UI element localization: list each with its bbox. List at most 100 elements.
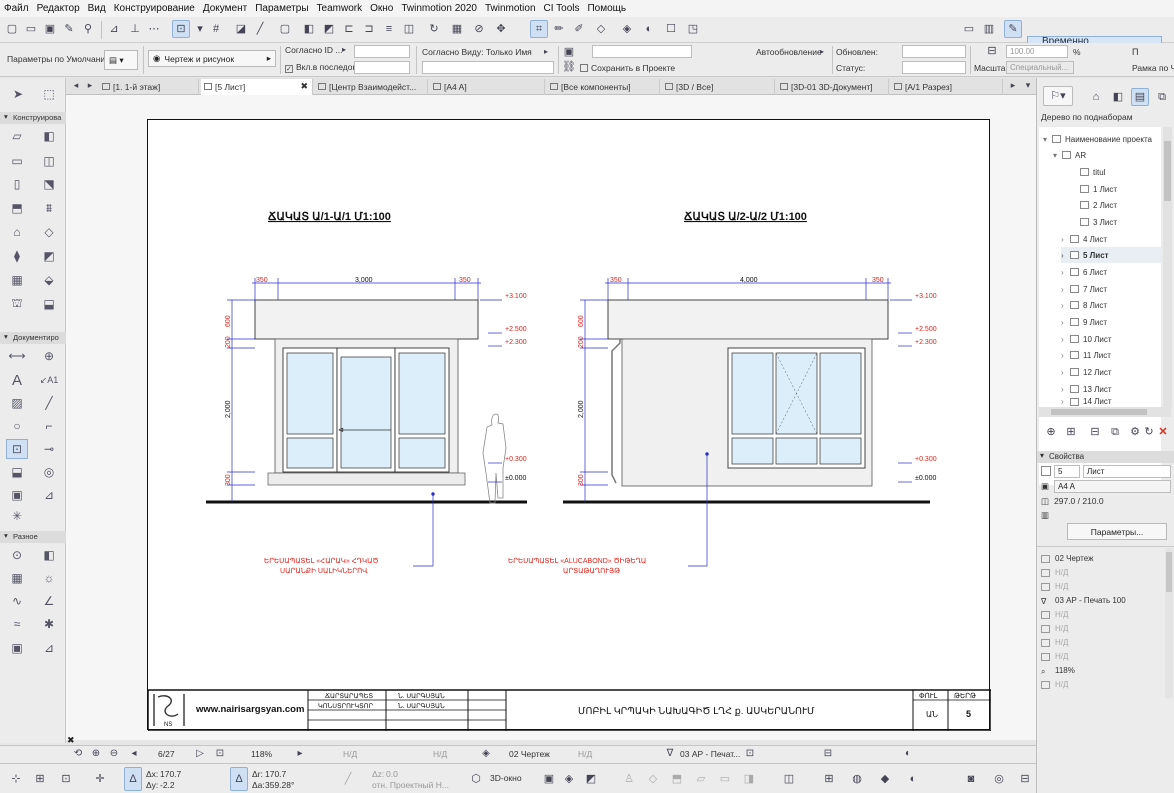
- camera-tool-icon[interactable]: ⊿: [38, 638, 60, 658]
- settings-dialog-button[interactable]: ▤ ▾: [104, 50, 138, 70]
- worksheet-tool-icon[interactable]: ▣: [6, 485, 28, 505]
- prop-nd-6[interactable]: Н/Д▸: [1041, 650, 1173, 663]
- coord-dz[interactable]: 0.0: [386, 769, 398, 780]
- tab-list-icon[interactable]: ▸: [1006, 77, 1020, 93]
- fill-icon[interactable]: ▦: [448, 20, 466, 38]
- save-icon[interactable]: ▣: [41, 20, 59, 38]
- tree-item-7[interactable]: › 7 Лист: [1061, 281, 1107, 297]
- tree-item-12[interactable]: › 12 Лист: [1061, 364, 1112, 380]
- prop-pen-set[interactable]: ∇03 АР - Печать 100▸: [1041, 594, 1173, 607]
- explore-icon[interactable]: ⊞: [820, 769, 838, 789]
- next-page-icon[interactable]: ▷: [192, 746, 208, 762]
- publish-icon[interactable]: ⊟: [1016, 769, 1034, 789]
- scale-field[interactable]: 100.00: [1006, 45, 1068, 58]
- camera-icon[interactable]: ◙: [962, 769, 980, 789]
- 3d-window-button[interactable]: 3D-окно: [490, 773, 522, 784]
- pencil-icon[interactable]: ✐: [570, 20, 588, 38]
- spline-tool-icon[interactable]: ∿: [6, 591, 28, 611]
- orbit-icon[interactable]: ▸: [292, 746, 308, 762]
- view-map-icon[interactable]: ◧: [1109, 88, 1127, 106]
- tab-3d-document[interactable]: [3D-01 3D-Документ]: [777, 79, 889, 95]
- menu-teamwork[interactable]: Teamwork: [313, 3, 367, 14]
- polyline-tool-icon[interactable]: ⌐: [38, 416, 60, 436]
- tree-item-10[interactable]: › 10 Лист: [1061, 331, 1112, 347]
- project-map-icon[interactable]: ⌂: [1087, 88, 1105, 106]
- frame-icon[interactable]: ▢: [276, 20, 294, 38]
- fit-window-icon[interactable]: ◂: [126, 746, 142, 762]
- visualization-icon[interactable]: ◐: [904, 769, 922, 789]
- pen-icon[interactable]: ✏: [550, 20, 568, 38]
- material-icon[interactable]: ◆: [876, 769, 894, 789]
- clone-icon[interactable]: ⧉: [1107, 424, 1123, 440]
- layer-combo-icon[interactable]: ◈: [478, 746, 494, 762]
- grid-element-icon[interactable]: ⊙: [6, 545, 28, 565]
- tree-hscrollbar[interactable]: [1039, 407, 1171, 417]
- figure-icon[interactable]: ♙: [620, 769, 638, 789]
- menu-edit[interactable]: Редактор: [33, 3, 84, 14]
- tab-3d-all[interactable]: [3D / Все]: [662, 79, 775, 95]
- tab-close-icon[interactable]: ✖: [300, 81, 308, 92]
- tab-interaction-center[interactable]: [Центр Взаимодейст...: [315, 79, 428, 95]
- special-scale-field[interactable]: Специальный...: [1006, 61, 1074, 74]
- tree-folder-ar[interactable]: ▾ AR: [1053, 147, 1086, 163]
- orientation-icon[interactable]: ╱: [336, 767, 360, 791]
- tree-item-14[interactable]: › 14 Лист: [1061, 397, 1112, 406]
- drawing-canvas[interactable]: .dim{stroke:#2b2bd0;stroke-width:0.7;fil…: [66, 95, 1036, 745]
- mesh-tool-icon[interactable]: ⬙: [38, 270, 60, 290]
- tree-item-6[interactable]: › 6 Лист: [1061, 264, 1107, 280]
- cube-icon[interactable]: ◇: [592, 20, 610, 38]
- door-tool-icon[interactable]: ◧: [38, 126, 60, 146]
- change-tool-icon[interactable]: ⊿: [38, 485, 60, 505]
- circle-tool-icon[interactable]: ○: [6, 416, 28, 436]
- zoom-in-icon[interactable]: ⊕: [88, 746, 104, 762]
- tree-item-9[interactable]: › 9 Лист: [1061, 314, 1107, 330]
- id-field[interactable]: [354, 45, 410, 58]
- text-tool-icon[interactable]: A: [6, 370, 28, 390]
- drawing-tool-icon[interactable]: ⊡: [6, 439, 28, 459]
- window-icon[interactable]: ▭: [960, 20, 978, 38]
- delta-icon[interactable]: Δ: [124, 767, 142, 791]
- autoupdate-arrow-icon[interactable]: ▸: [816, 46, 828, 58]
- coord-dy[interactable]: -2.2: [160, 780, 175, 791]
- skylight-tool-icon[interactable]: ◧: [38, 545, 60, 565]
- eyedropper-icon[interactable]: ✎: [60, 20, 78, 38]
- properties-scrollbar[interactable]: [1165, 548, 1173, 698]
- light-tool-icon[interactable]: ☼: [38, 568, 60, 588]
- tab-all-components[interactable]: [Все компоненты]: [547, 79, 660, 95]
- menu-help[interactable]: Помощь: [583, 3, 630, 14]
- mirror-icon[interactable]: ◫: [400, 20, 418, 38]
- layout-book-tab-icon[interactable]: ▤: [1131, 88, 1149, 106]
- 3d-view-icon[interactable]: ◈: [560, 769, 578, 789]
- tab-menu-icon[interactable]: ▾: [1021, 77, 1035, 93]
- prop-nd-4[interactable]: Н/Д▸: [1041, 622, 1173, 635]
- tree-item-4[interactable]: › 4 Лист: [1061, 231, 1107, 247]
- railing-tool-icon[interactable]: ◩: [38, 246, 60, 266]
- new-master-icon[interactable]: ⊟: [1087, 424, 1103, 440]
- tree-item-1[interactable]: 1 Лист: [1071, 181, 1117, 197]
- align-left-icon[interactable]: ⊏: [340, 20, 358, 38]
- zone-tool-icon[interactable]: ⛫: [6, 294, 28, 314]
- stair-tool-icon[interactable]: ⩩: [38, 198, 60, 218]
- renovation-icon[interactable]: ◐: [900, 746, 916, 762]
- pen-set-icon[interactable]: ∇: [662, 746, 678, 762]
- properties-header[interactable]: Свойства: [1037, 451, 1174, 463]
- menu-twinmotion-2020[interactable]: Twinmotion 2020: [397, 3, 481, 14]
- hotspot-tool-icon[interactable]: ✱: [38, 614, 60, 634]
- layer-combination[interactable]: 02 Чертеж: [509, 749, 550, 760]
- model-view-icon[interactable]: ⊡: [742, 746, 758, 762]
- elevation-tool-icon[interactable]: ⬓: [6, 462, 28, 482]
- tree-item-2[interactable]: 2 Лист: [1071, 197, 1117, 213]
- suspend-groups-icon[interactable]: ⊡: [172, 20, 190, 38]
- tab-floor-1[interactable]: [1. 1-й этаж]: [99, 79, 199, 95]
- link-icon[interactable]: ⛓: [562, 60, 576, 74]
- tab-section-a1[interactable]: [A/1 Разрез]: [891, 79, 1003, 95]
- marquee-tool-icon[interactable]: ⬚: [38, 84, 60, 104]
- shell-tool-icon[interactable]: ◇: [38, 222, 60, 242]
- snap-grid-icon[interactable]: ⊞: [30, 769, 50, 789]
- grid-snap-icon[interactable]: #: [207, 20, 225, 38]
- coord-dx[interactable]: 170.7: [160, 769, 181, 780]
- tab-sheet-5[interactable]: [5 Лист] ✖: [201, 79, 313, 95]
- render-icon[interactable]: ☐: [662, 20, 680, 38]
- relative-construction-icon[interactable]: ⊡: [56, 769, 76, 789]
- curtain-wall-tool-icon[interactable]: ▦: [6, 270, 28, 290]
